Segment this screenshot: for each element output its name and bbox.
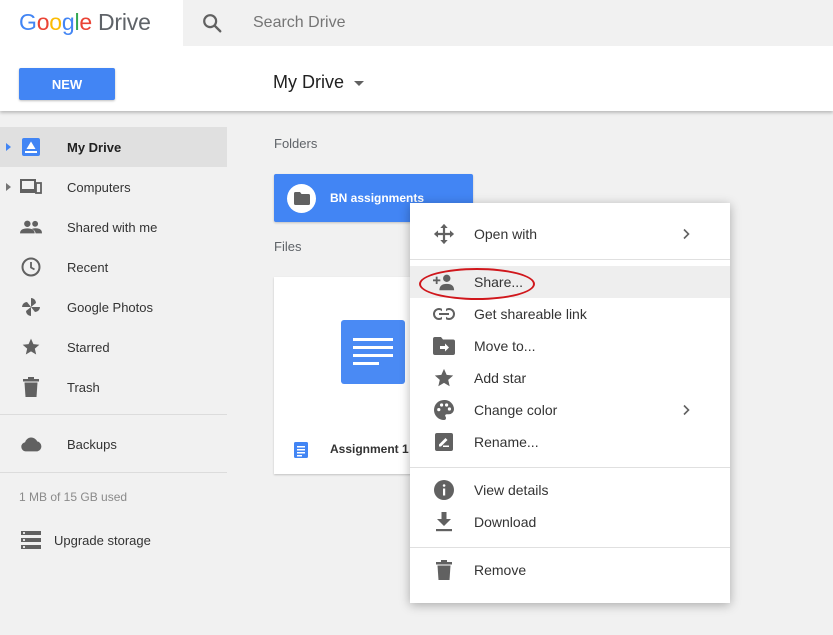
menu-item-label: Open with [474, 226, 538, 242]
upgrade-storage-link[interactable]: Upgrade storage [0, 526, 227, 554]
move-folder-icon [433, 335, 455, 357]
sidebar-item-trash[interactable]: Trash [0, 367, 227, 407]
search-input[interactable] [253, 12, 653, 34]
docs-file-icon [294, 442, 308, 458]
star-icon [433, 367, 455, 389]
expand-arrow-icon[interactable] [6, 143, 11, 151]
trash-icon [433, 559, 455, 581]
menu-item-label: Download [474, 514, 537, 530]
sidebar-item-google-photos[interactable]: Google Photos [0, 287, 227, 327]
document-thumbnail-icon [341, 320, 405, 384]
files-heading: Files [274, 239, 302, 254]
move-arrows-icon [433, 223, 455, 245]
info-icon [433, 479, 455, 501]
trash-icon [20, 376, 42, 398]
chevron-right-icon [683, 404, 690, 416]
sidebar-item-label: Starred [67, 339, 110, 355]
menu-item-remove[interactable]: Remove [410, 554, 730, 586]
star-icon [20, 336, 42, 358]
sidebar-item-label: Google Photos [67, 299, 154, 315]
clock-icon [20, 256, 42, 278]
menu-item-label: Change color [474, 402, 558, 418]
menu-item-label: View details [474, 482, 549, 498]
menu-item-open-with[interactable]: Open with [410, 218, 730, 250]
storage-icon [20, 529, 42, 551]
sidebar-item-label: Shared with me [67, 219, 158, 235]
chevron-right-icon [683, 228, 690, 240]
sidebar-item-shared-with-me[interactable]: Shared with me [0, 207, 227, 247]
sidebar-item-backups[interactable]: Backups [0, 424, 227, 464]
download-icon [433, 511, 455, 533]
my-drive-dropdown[interactable]: My Drive [273, 72, 364, 93]
people-icon [20, 216, 42, 238]
menu-item-label: Share... [474, 274, 524, 290]
expand-arrow-icon[interactable] [6, 183, 11, 191]
menu-item-rename[interactable]: Rename... [410, 426, 730, 458]
sidebar: My Drive Computers Shared with me Recent… [0, 111, 227, 635]
sidebar-item-computers[interactable]: Computers [0, 167, 227, 207]
menu-item-label: Add star [474, 370, 527, 386]
sidebar-item-my-drive[interactable]: My Drive [0, 127, 227, 167]
google-drive-logo[interactable]: Google Drive [19, 9, 151, 36]
logo-product-name: Drive [98, 9, 151, 35]
sidebar-item-label: Recent [67, 259, 109, 275]
menu-item-view-details[interactable]: View details [410, 474, 730, 506]
context-menu: Open with Share... Get shareable link Mo… [410, 203, 730, 603]
menu-item-label: Remove [474, 562, 527, 578]
folders-heading: Folders [274, 136, 318, 151]
sidebar-item-starred[interactable]: Starred [0, 327, 227, 367]
palette-icon [433, 399, 455, 421]
cloud-icon [20, 433, 42, 455]
sidebar-item-label: Computers [67, 179, 131, 195]
rename-icon [433, 431, 455, 453]
sidebar-item-recent[interactable]: Recent [0, 247, 227, 287]
menu-item-download[interactable]: Download [410, 506, 730, 538]
menu-divider [410, 467, 730, 468]
link-icon [433, 303, 455, 325]
sidebar-item-label: Backups [67, 436, 117, 452]
menu-item-add-star[interactable]: Add star [410, 362, 730, 394]
menu-divider [410, 259, 730, 260]
file-name: Assignment 1 [330, 442, 409, 456]
menu-item-share[interactable]: Share... [410, 266, 730, 300]
menu-item-move-to[interactable]: Move to... [410, 330, 730, 362]
sidebar-divider [0, 414, 227, 415]
menu-item-change-color[interactable]: Change color [410, 394, 730, 426]
caret-down-icon [354, 81, 364, 86]
menu-item-label: Move to... [474, 338, 536, 354]
sidebar-item-label: My Drive [67, 139, 122, 155]
search-icon[interactable] [201, 12, 223, 34]
sidebar-item-label: Trash [67, 379, 100, 395]
computers-icon [20, 176, 42, 198]
add-person-icon [433, 271, 455, 293]
menu-item-label: Get shareable link [474, 306, 587, 322]
menu-item-get-shareable-link[interactable]: Get shareable link [410, 298, 730, 330]
sidebar-divider [0, 472, 227, 473]
storage-usage: 1 MB of 15 GB used [19, 490, 128, 504]
upgrade-storage-label: Upgrade storage [54, 533, 151, 548]
photos-pinwheel-icon [20, 296, 42, 318]
new-button[interactable]: NEW [19, 68, 115, 100]
menu-item-label: Rename... [474, 434, 539, 450]
search-bar[interactable] [183, 0, 833, 46]
top-bar: GoogleDrive NEW My Drive [0, 0, 833, 111]
page-title: My Drive [273, 72, 344, 92]
folder-icon [287, 184, 316, 213]
menu-divider [410, 547, 730, 548]
my-drive-icon [20, 136, 42, 158]
